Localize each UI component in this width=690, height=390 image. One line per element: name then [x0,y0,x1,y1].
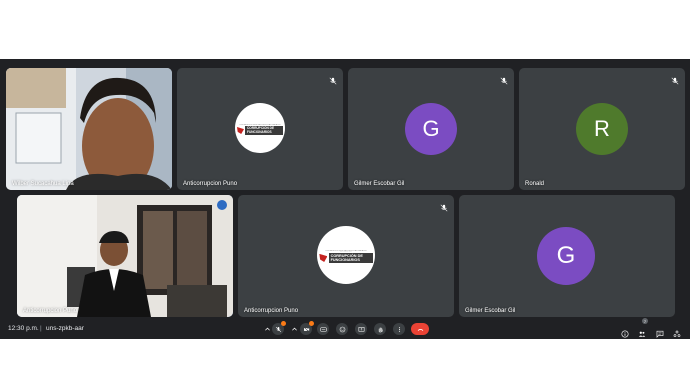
captions-button[interactable] [317,323,329,335]
warning-badge [281,321,286,326]
participants-count: 7 [642,318,648,324]
people-icon [638,331,646,337]
participant-name: Wilber Sucacahua Lipa [12,181,74,187]
meet-window: Wilber Sucacahua Lipa FISCALÍA PROVINCIA… [0,59,690,339]
participant-name: Anticorrupcion Puno [244,308,299,314]
participant-tile-avatar[interactable]: R Ronald [519,68,685,190]
leave-call-button[interactable] [411,323,429,335]
activities-icon [673,330,681,337]
logo-emblem-icon [319,253,328,262]
mic-off-icon [440,199,448,212]
participant-avatar: G [405,103,457,155]
participant-tile-logo[interactable]: FISCALÍA PROVINCIAL ESPECIALIZADA EN DEL… [238,195,454,317]
activities-button[interactable] [673,325,681,337]
participant-name: Ronald [525,181,545,187]
emoji-icon [339,326,345,332]
logo-emblem-icon [237,127,244,134]
microphone-button[interactable] [272,321,286,335]
present-icon [358,326,364,332]
present-screen-button[interactable] [355,323,367,335]
raise-hand-button[interactable] [374,323,386,335]
chat-icon [656,330,664,338]
participant-name: Gilmer Escobar Gil [354,181,405,187]
hang-up-icon [417,328,423,331]
anticorruption-logo: FISCALÍA PROVINCIAL ESPECIALIZADA EN DEL… [317,226,375,284]
more-options-button[interactable] [393,323,405,335]
more-vert-icon [398,326,400,332]
participant-tile-video[interactable]: Wilber Sucacahua Lipa [6,68,172,190]
camera-button[interactable] [300,321,314,335]
mic-off-icon [671,72,679,85]
meeting-details-button[interactable] [621,325,629,338]
mic-off-icon [500,72,508,85]
clock: 12:30 p.m. [8,325,39,332]
participant-tile-avatar[interactable]: G Gilmer Escobar Gil [348,68,514,190]
camera-options-button[interactable] [288,323,300,335]
people-button[interactable]: 7 [638,318,648,337]
participant-tile-logo[interactable]: FISCALÍA PROVINCIAL ESPECIALIZADA EN DEL… [177,68,343,190]
participant-video [6,68,172,190]
warning-badge [309,321,314,326]
participant-tile-video[interactable]: Anticorrupcion Puno [17,195,233,317]
info-icon [621,330,629,338]
captions-icon [319,326,327,332]
participant-video [17,195,233,317]
mic-off-icon [275,326,281,332]
participant-name: Anticorrupcion Puno [183,181,238,187]
control-bar: 12:30 p.m. | uns-zpkb-aar 7 [0,318,690,339]
chevron-up-icon [291,327,297,330]
participant-name: Anticorrupcion Puno [23,308,78,314]
chevron-up-icon [264,327,270,330]
chat-button[interactable] [656,325,664,338]
anticorruption-logo: FISCALÍA PROVINCIAL ESPECIALIZADA EN DEL… [235,103,285,153]
mic-off-icon [329,72,337,85]
reactions-button[interactable] [336,323,348,335]
participant-avatar: G [537,227,595,285]
hand-icon [378,327,383,332]
participant-tile-avatar[interactable]: G Gilmer Escobar Gil [459,195,675,317]
participant-name: Gilmer Escobar Gil [465,308,516,314]
separator: | [40,325,42,332]
camera-off-icon [302,325,310,333]
meeting-code: uns-zpkb-aar [46,325,84,332]
participant-avatar: R [576,103,628,155]
